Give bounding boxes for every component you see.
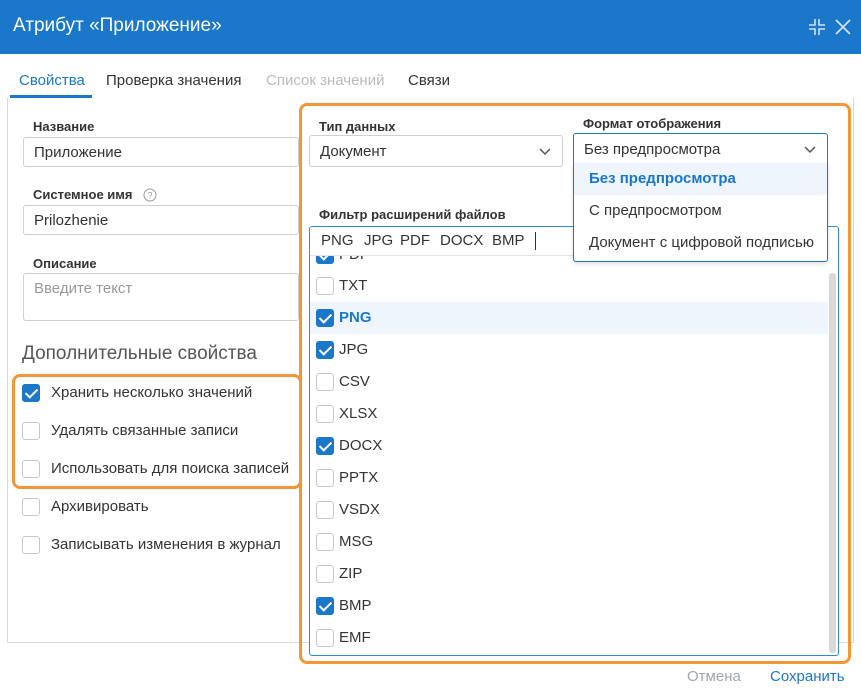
name-input[interactable]: Приложение: [23, 137, 299, 167]
additional-properties-title: Дополнительные свойства: [22, 343, 257, 364]
tab-value-list: Список значений: [266, 72, 385, 89]
dropdown-option[interactable]: С предпросмотром: [574, 195, 827, 227]
svg-text:?: ?: [147, 191, 152, 201]
dropdown-option[interactable]: Документ с цифровой подписью: [574, 227, 827, 259]
description-label: Описание: [33, 256, 97, 271]
display-format-dropdown: Без предпросмотра С предпросмотром Докум…: [573, 163, 828, 262]
dialog-title: Атрибут «Приложение»: [13, 15, 222, 36]
close-icon[interactable]: [833, 17, 853, 37]
system-name-input[interactable]: Prilozhenie: [23, 205, 299, 235]
dropdown-option[interactable]: Без предпросмотра: [574, 163, 827, 195]
description-textarea[interactable]: Введите текст: [23, 273, 299, 321]
tab-value-check[interactable]: Проверка значения: [106, 72, 241, 89]
tab-bar: Свойства Проверка значения Список значен…: [0, 68, 861, 98]
checkbox[interactable]: [22, 536, 40, 554]
system-name-label: Системное имя: [33, 187, 133, 202]
checkbox[interactable]: [22, 498, 40, 516]
cancel-button[interactable]: Отмена: [687, 668, 741, 685]
dialog-titlebar: Атрибут «Приложение»: [0, 0, 861, 54]
highlight-frame-options: [12, 374, 302, 489]
name-label: Название: [33, 119, 95, 134]
tab-links[interactable]: Связи: [408, 72, 450, 89]
help-icon[interactable]: ?: [143, 188, 157, 202]
option-label: Записывать изменения в журнал: [51, 536, 281, 553]
save-button[interactable]: Сохранить: [770, 668, 845, 685]
tab-properties[interactable]: Свойства: [19, 72, 85, 89]
option-label: Архивировать: [51, 498, 149, 515]
collapse-icon[interactable]: [807, 17, 827, 37]
